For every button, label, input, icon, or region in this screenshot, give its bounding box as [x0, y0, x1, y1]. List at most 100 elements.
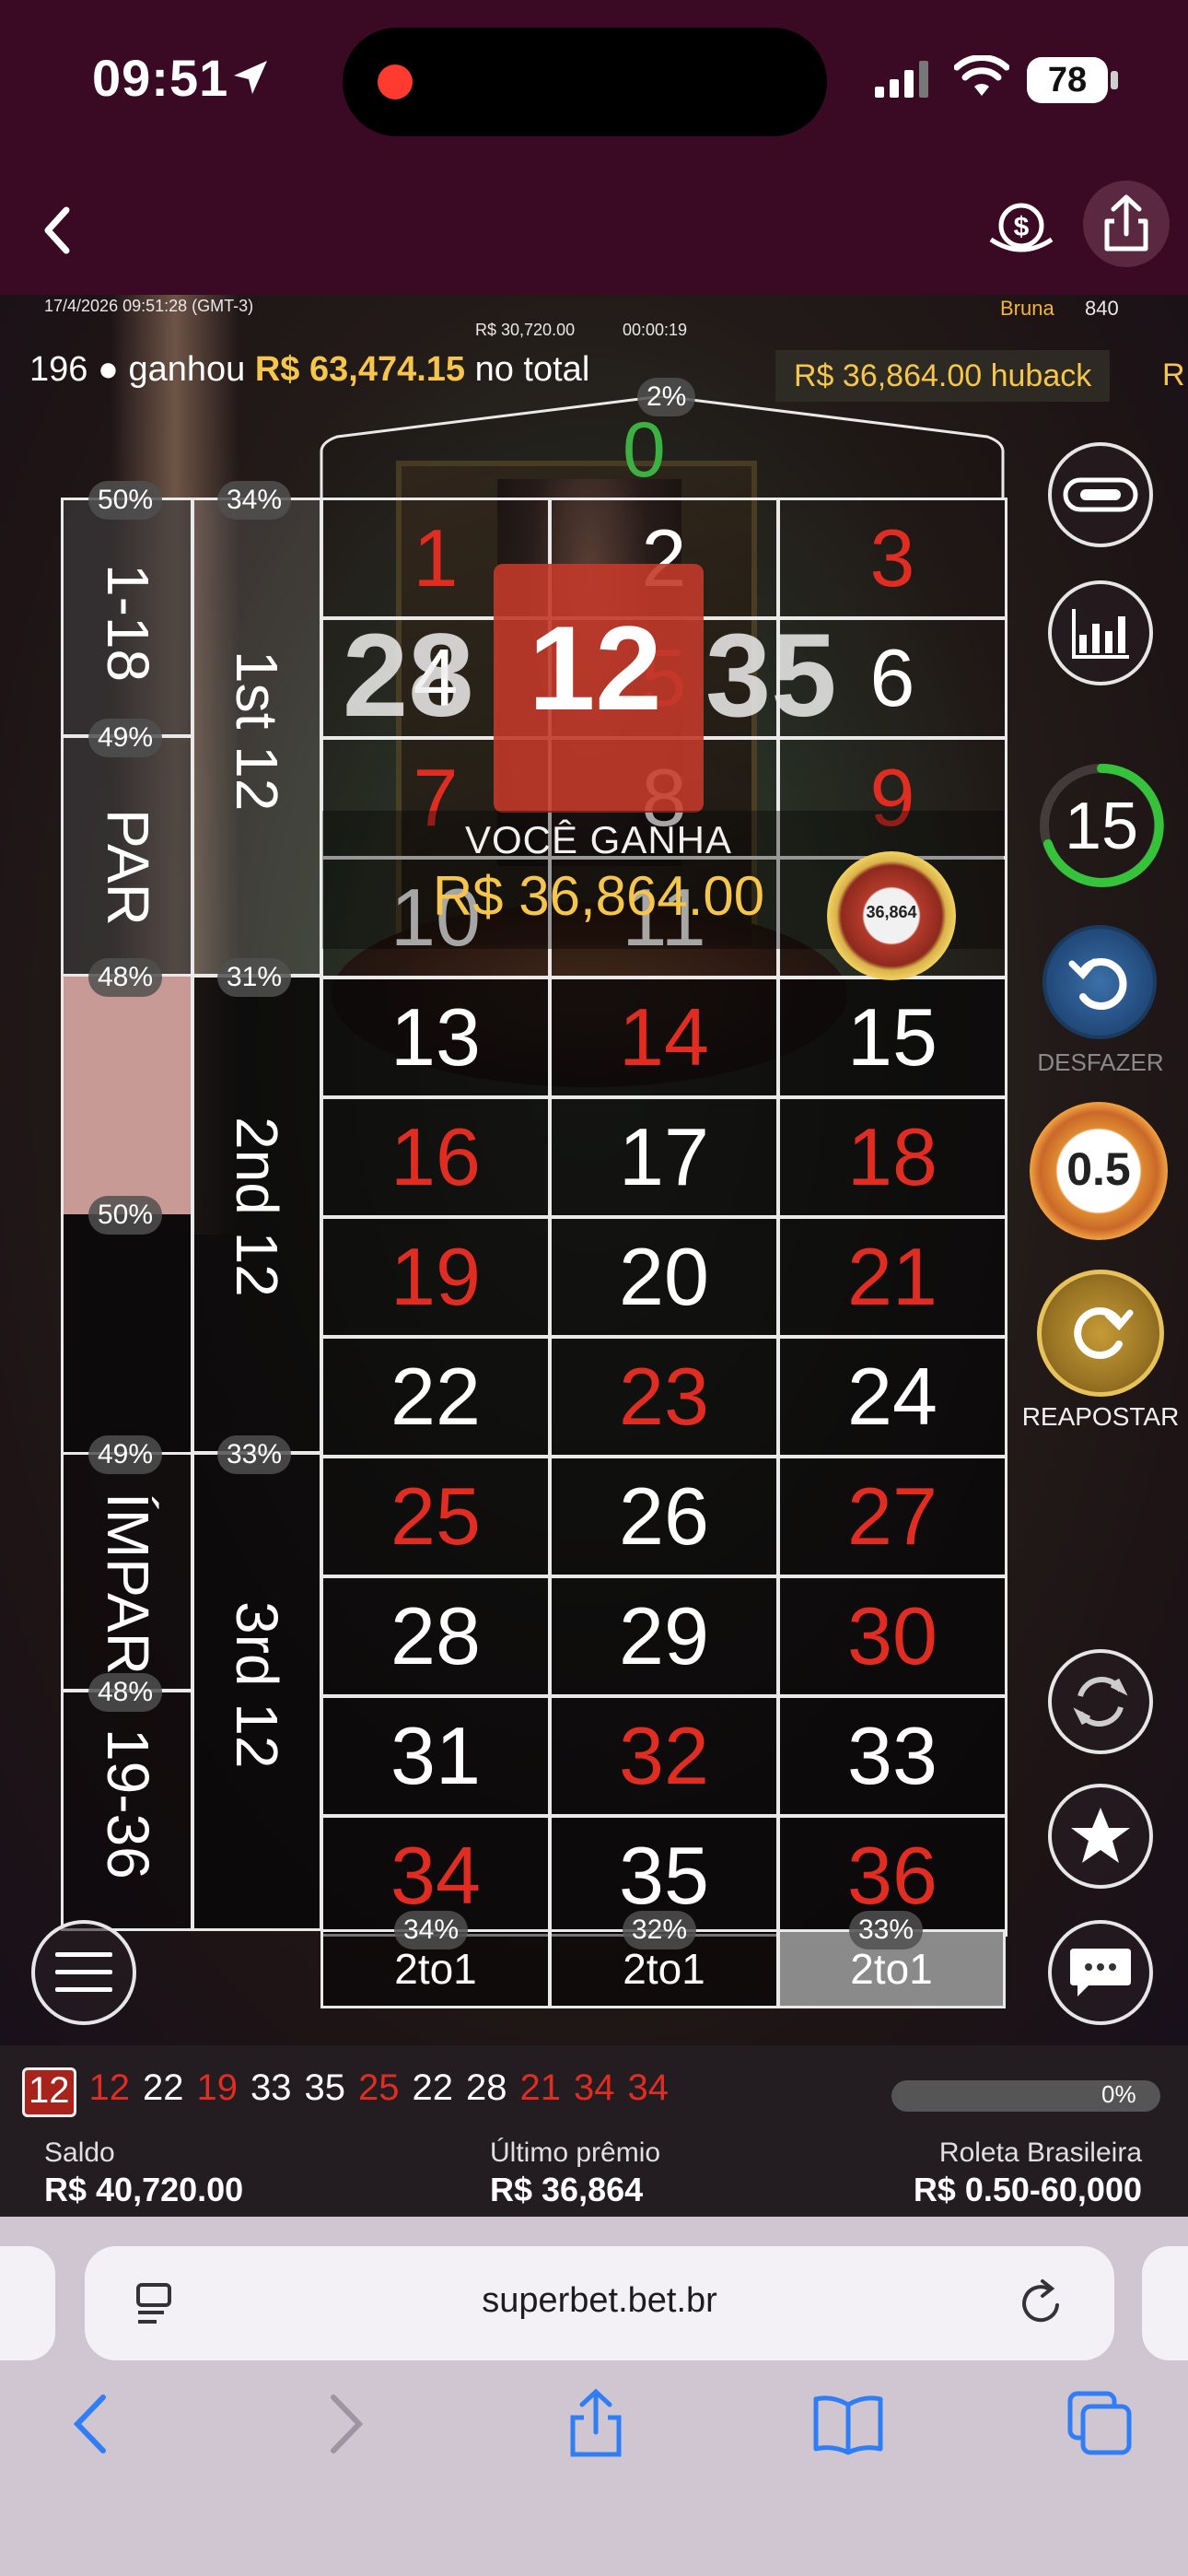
ticker-won: ganhou [128, 350, 246, 389]
browser-share-icon[interactable] [564, 2386, 628, 2460]
autoplay-button[interactable] [1048, 1649, 1153, 1754]
pct-dozen2: 31% [217, 958, 292, 997]
number-cell-16[interactable]: 16 [320, 1096, 551, 1218]
number-cell-27[interactable]: 27 [777, 1456, 1007, 1577]
pct-column3: 33% [849, 1911, 924, 1950]
win-amount: R$ 36,864.00 [432, 865, 765, 927]
zero-number: 0 [623, 406, 666, 493]
dozen2-label: 2nd 12 [224, 1117, 290, 1297]
user-icon: ● [97, 350, 119, 389]
rebet-button[interactable] [1037, 1270, 1164, 1397]
session-timer: 00:00:19 [623, 321, 688, 339]
even-label: PAR [95, 809, 161, 926]
tabs-icon[interactable] [1065, 2388, 1135, 2458]
hamburger-icon [55, 1952, 112, 1992]
history-item: 28 [466, 2067, 507, 2108]
previous-tab-preview[interactable] [0, 2246, 55, 2360]
browser-forward-icon[interactable] [322, 2392, 368, 2456]
number-cell-30[interactable]: 30 [777, 1575, 1007, 1697]
next-tab-preview[interactable] [1142, 2246, 1188, 2360]
statistics-button[interactable] [1048, 580, 1153, 685]
number-cell-28[interactable]: 28 [320, 1575, 551, 1697]
reload-icon[interactable] [1017, 2277, 1068, 2329]
rebet-icon [1074, 1307, 1134, 1359]
win-label: VOCÊ GANHA [464, 818, 733, 861]
pct-column1: 34% [394, 1911, 469, 1950]
recording-dot-icon [378, 64, 413, 100]
chat-button[interactable] [1048, 1920, 1153, 2025]
number-cell-23[interactable]: 23 [549, 1336, 779, 1458]
number-cell-18[interactable]: 18 [777, 1096, 1007, 1218]
number-cell-3[interactable]: 3 [777, 498, 1007, 619]
number-cell-32[interactable]: 32 [549, 1695, 779, 1817]
history-item: 25 [358, 2067, 400, 2108]
bet-limits: R$ 0.50-60,000 [913, 2171, 1142, 2208]
black-bet[interactable] [64, 1214, 191, 1452]
ticker-overflow: R [1162, 357, 1185, 392]
balance-value: R$ 40,720.00 [44, 2171, 244, 2208]
dozen1-label: 1st 12 [224, 650, 290, 812]
history-item: 34 [574, 2067, 615, 2108]
last-prize-value: R$ 36,864 [490, 2171, 644, 2208]
ticker-winner: R$ 36,864.00 huback [775, 350, 1111, 402]
username: Bruna [1000, 297, 1054, 320]
number-cell-15[interactable]: 15 [777, 977, 1007, 1098]
column3-label: 2to1 [850, 1945, 933, 1993]
number-cell-22[interactable]: 22 [320, 1336, 551, 1458]
racetrack-icon [1063, 477, 1138, 512]
bet-progress-text: 0% [1101, 2080, 1136, 2108]
number-cell-21[interactable]: 21 [777, 1216, 1007, 1338]
top-balance: R$ 30,720.00 [475, 321, 576, 339]
round-timestamp: 17/4/2026 09:51:28 (GMT-3) [44, 297, 254, 315]
number-cell-13[interactable]: 13 [320, 977, 551, 1098]
bookmarks-icon[interactable] [810, 2392, 886, 2456]
high-label: 19-36 [95, 1728, 161, 1879]
racetrack-button[interactable] [1048, 442, 1153, 547]
pct-red: 48% [88, 958, 163, 997]
pct-column2: 32% [623, 1911, 697, 1950]
signal-icon [875, 61, 928, 98]
history-item: 19 [196, 2067, 239, 2108]
number-cell-17[interactable]: 17 [549, 1096, 779, 1218]
pct-dozen1: 34% [217, 481, 292, 520]
pct-dozen3: 33% [217, 1435, 292, 1474]
menu-button[interactable] [31, 1920, 136, 2025]
number-cell-25[interactable]: 25 [320, 1456, 551, 1577]
chip-value: 0.5 [1066, 1143, 1131, 1195]
favourites-button[interactable] [1048, 1784, 1153, 1889]
wifi-icon [954, 55, 1009, 96]
share-icon [1104, 194, 1148, 252]
number-cell-14[interactable]: 14 [549, 977, 779, 1098]
pct-odd: 49% [88, 1435, 163, 1474]
result-next: 35 [705, 610, 837, 742]
red-bet[interactable] [64, 977, 191, 1214]
history-item: 33 [250, 2067, 292, 2108]
bar-chart-icon [1072, 609, 1129, 659]
browser-back-icon[interactable] [68, 2392, 114, 2456]
result-history: 12 12 22 19 33 35 25 22 28 21 34 34 [22, 2067, 669, 2117]
url-text[interactable]: superbet.bet.br [85, 2281, 1114, 2321]
countdown-number: 15 [1064, 790, 1139, 863]
chevron-left-icon[interactable] [39, 205, 76, 256]
odd-label: ÍMPAR [95, 1493, 161, 1675]
number-cell-24[interactable]: 24 [777, 1336, 1007, 1458]
pct-low: 50% [88, 481, 163, 520]
number-cell-29[interactable]: 29 [549, 1575, 779, 1697]
undo-button[interactable] [1042, 925, 1157, 1039]
number-cell-19[interactable]: 19 [320, 1216, 551, 1338]
zero-pct: 2% [637, 378, 696, 416]
last-prize-label: Último prêmio [490, 2137, 661, 2168]
number-cell-33[interactable]: 33 [777, 1695, 1007, 1817]
svg-text:$: $ [1014, 212, 1030, 242]
share-button[interactable] [1083, 181, 1170, 267]
history-item: 22 [143, 2067, 184, 2108]
undo-icon [1068, 958, 1127, 1010]
coin-refresh-icon[interactable]: $ [987, 195, 1055, 260]
number-cell-20[interactable]: 20 [549, 1216, 779, 1338]
pct-even: 49% [88, 719, 163, 757]
history-item: 12 [22, 2067, 76, 2117]
result-current: 12 [529, 601, 662, 735]
number-cell-31[interactable]: 31 [320, 1695, 551, 1817]
ticker-suffix: no total [474, 350, 590, 389]
number-cell-26[interactable]: 26 [549, 1456, 779, 1577]
